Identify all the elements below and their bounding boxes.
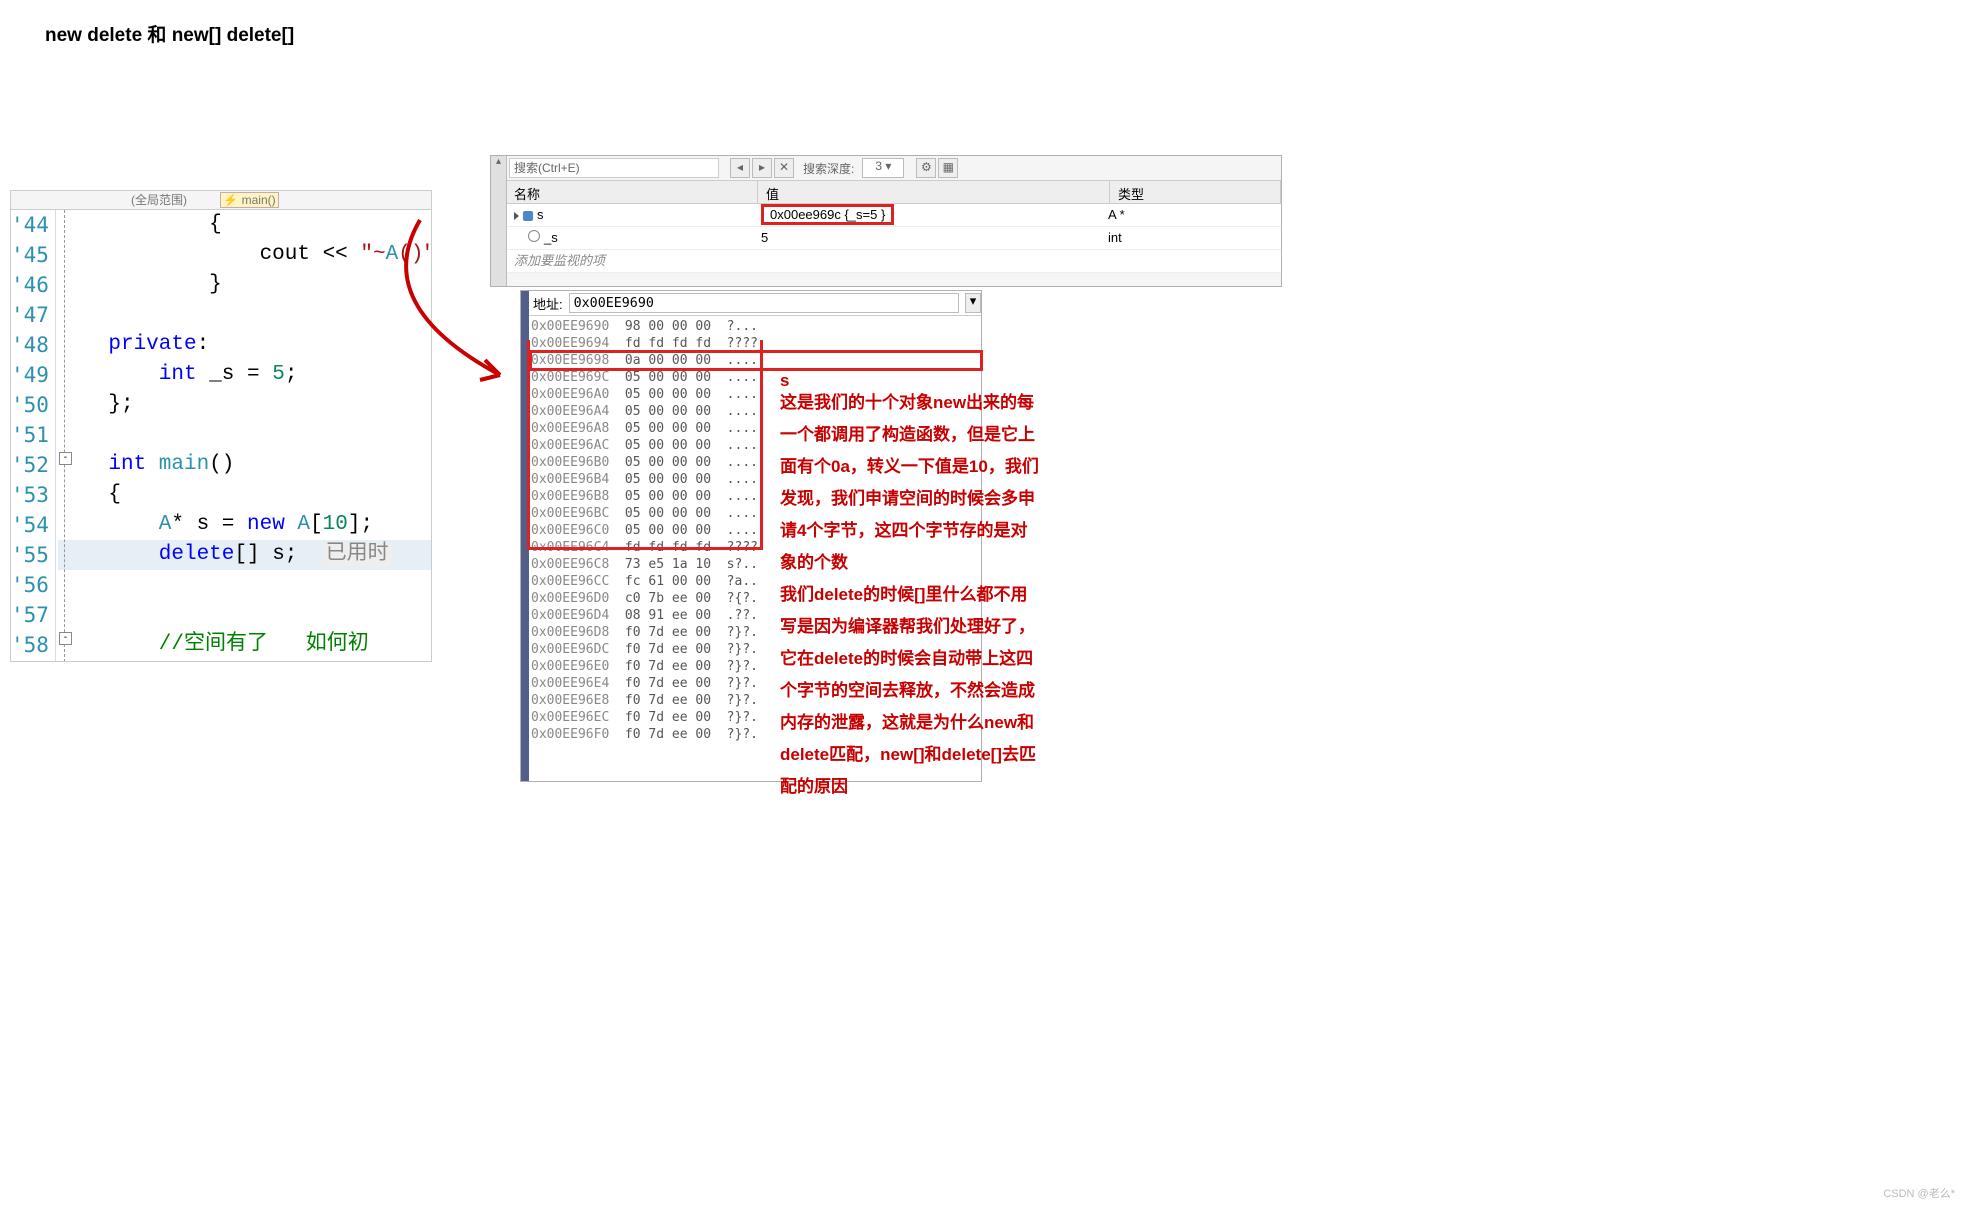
func-dropdown[interactable]: ⚡ main() (220, 193, 278, 207)
memory-highlight-box (527, 340, 763, 550)
value-highlighted: 0x00ee969c {_s=5 } (761, 204, 894, 225)
expand-icon[interactable] (514, 212, 519, 220)
object-icon (523, 211, 533, 221)
code-editor: (全局范围) ⚡ main() '44'45'46'47'48'49'50'51… (10, 190, 432, 662)
editor-header: (全局范围) ⚡ main() (11, 191, 431, 210)
depth-select[interactable]: 3 ▾ (862, 158, 904, 178)
page-title: new delete 和 new[] delete[] (45, 20, 294, 47)
watch-row[interactable]: s 0x00ee969c {_s=5 } A * (506, 204, 1281, 227)
depth-label: 搜索深度: (803, 160, 854, 177)
watch-scrollbar[interactable]: ▴ (491, 156, 507, 286)
addr-label: 地址: (533, 294, 563, 313)
addr-input[interactable] (569, 293, 959, 313)
field-icon (528, 230, 540, 242)
scope-dropdown[interactable]: (全局范围) (131, 193, 187, 207)
annotation-text: 这是我们的十个对象new出来的每一个都调用了构造函数，但是它上面有个0a，转义一… (780, 387, 1040, 803)
addr-dropdown[interactable]: ▾ (965, 293, 981, 313)
tool-icon-2[interactable]: ▦ (938, 158, 958, 178)
search-next-button[interactable]: ▸ (752, 158, 772, 178)
code-area[interactable]: { cout << "~A()" } private: int _s = 5; … (56, 210, 432, 662)
watch-window: ▴ 搜索(Ctrl+E) ◂ ▸ ✕ 搜索深度: 3 ▾ ⚙ ▦ 名称 值 类型… (490, 155, 1282, 287)
watch-row[interactable]: _s 5 int (506, 227, 1281, 250)
search-clear-button[interactable]: ✕ (774, 158, 794, 178)
watch-header[interactable]: 名称 值 类型 (506, 181, 1281, 204)
search-input[interactable]: 搜索(Ctrl+E) (509, 158, 719, 178)
watermark: CSDN @老么* (1883, 1185, 1955, 1201)
line-gutter: '44'45'46'47'48'49'50'51'52'53'54'55'56'… (11, 210, 56, 662)
search-prev-button[interactable]: ◂ (730, 158, 750, 178)
tool-icon[interactable]: ⚙ (916, 158, 936, 178)
watch-add-row[interactable]: 添加要监视的项 (506, 250, 1281, 273)
